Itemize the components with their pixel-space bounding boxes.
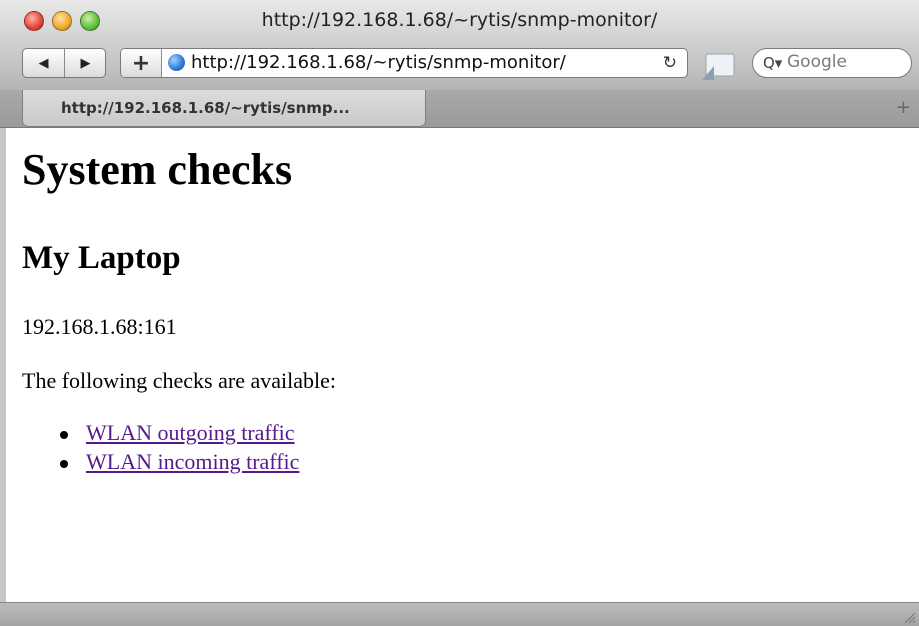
- snapback-icon[interactable]: [700, 52, 738, 82]
- page-title: System checks: [22, 145, 293, 194]
- check-link-wlan-outgoing[interactable]: WLAN outgoing traffic: [86, 420, 295, 445]
- search-input[interactable]: [787, 52, 902, 72]
- host-address: 192.168.1.68:161: [22, 314, 177, 339]
- bullet-icon: [60, 460, 68, 468]
- forward-button[interactable]: ▶: [65, 49, 106, 77]
- reload-icon: ↻: [662, 53, 677, 73]
- address-url[interactable]: http://192.168.1.68/~rytis/snmp-monitor/: [191, 52, 566, 73]
- page-content: System checks My Laptop 192.168.1.68:161…: [0, 128, 919, 602]
- globe-icon: [168, 54, 185, 71]
- list-item: WLAN incoming traffic: [22, 449, 299, 478]
- window-title: http://192.168.1.68/~rytis/snmp-monitor/: [261, 9, 658, 31]
- checks-intro: The following checks are available:: [22, 368, 336, 393]
- tab-label: http://192.168.1.68/~rytis/snmp...: [61, 99, 350, 117]
- status-bar: [0, 602, 919, 626]
- plus-icon: +: [895, 97, 911, 118]
- plus-icon: +: [131, 50, 151, 76]
- browser-toolbar: ◀ ▶ + http://192.168.1.68/~rytis/snmp-mo…: [0, 44, 919, 90]
- new-tab-button[interactable]: +: [896, 97, 911, 118]
- forward-arrow-icon: ▶: [80, 55, 91, 71]
- back-button[interactable]: ◀: [23, 49, 65, 77]
- address-bar[interactable]: + http://192.168.1.68/~rytis/snmp-monito…: [120, 48, 688, 78]
- search-box[interactable]: Q▾: [752, 48, 912, 78]
- back-forward-group: ◀ ▶: [22, 48, 106, 78]
- list-item: WLAN outgoing traffic: [22, 420, 299, 449]
- host-name-heading: My Laptop: [22, 240, 181, 276]
- back-arrow-icon: ◀: [38, 55, 49, 71]
- browser-window: http://192.168.1.68/~rytis/snmp-monitor/…: [0, 0, 919, 626]
- check-link-wlan-incoming[interactable]: WLAN incoming traffic: [86, 449, 299, 474]
- tab-bar: http://192.168.1.68/~rytis/snmp... +: [0, 90, 919, 128]
- title-bar[interactable]: http://192.168.1.68/~rytis/snmp-monitor/: [0, 0, 919, 44]
- reload-button[interactable]: ↻: [663, 53, 677, 73]
- checks-list: WLAN outgoing traffic WLAN incoming traf…: [22, 420, 299, 478]
- resize-grip-icon[interactable]: [902, 610, 916, 624]
- search-icon[interactable]: Q▾: [763, 54, 782, 72]
- add-bookmark-button[interactable]: +: [121, 49, 162, 77]
- tab-snmp-monitor[interactable]: http://192.168.1.68/~rytis/snmp...: [22, 90, 426, 127]
- bullet-icon: [60, 431, 68, 439]
